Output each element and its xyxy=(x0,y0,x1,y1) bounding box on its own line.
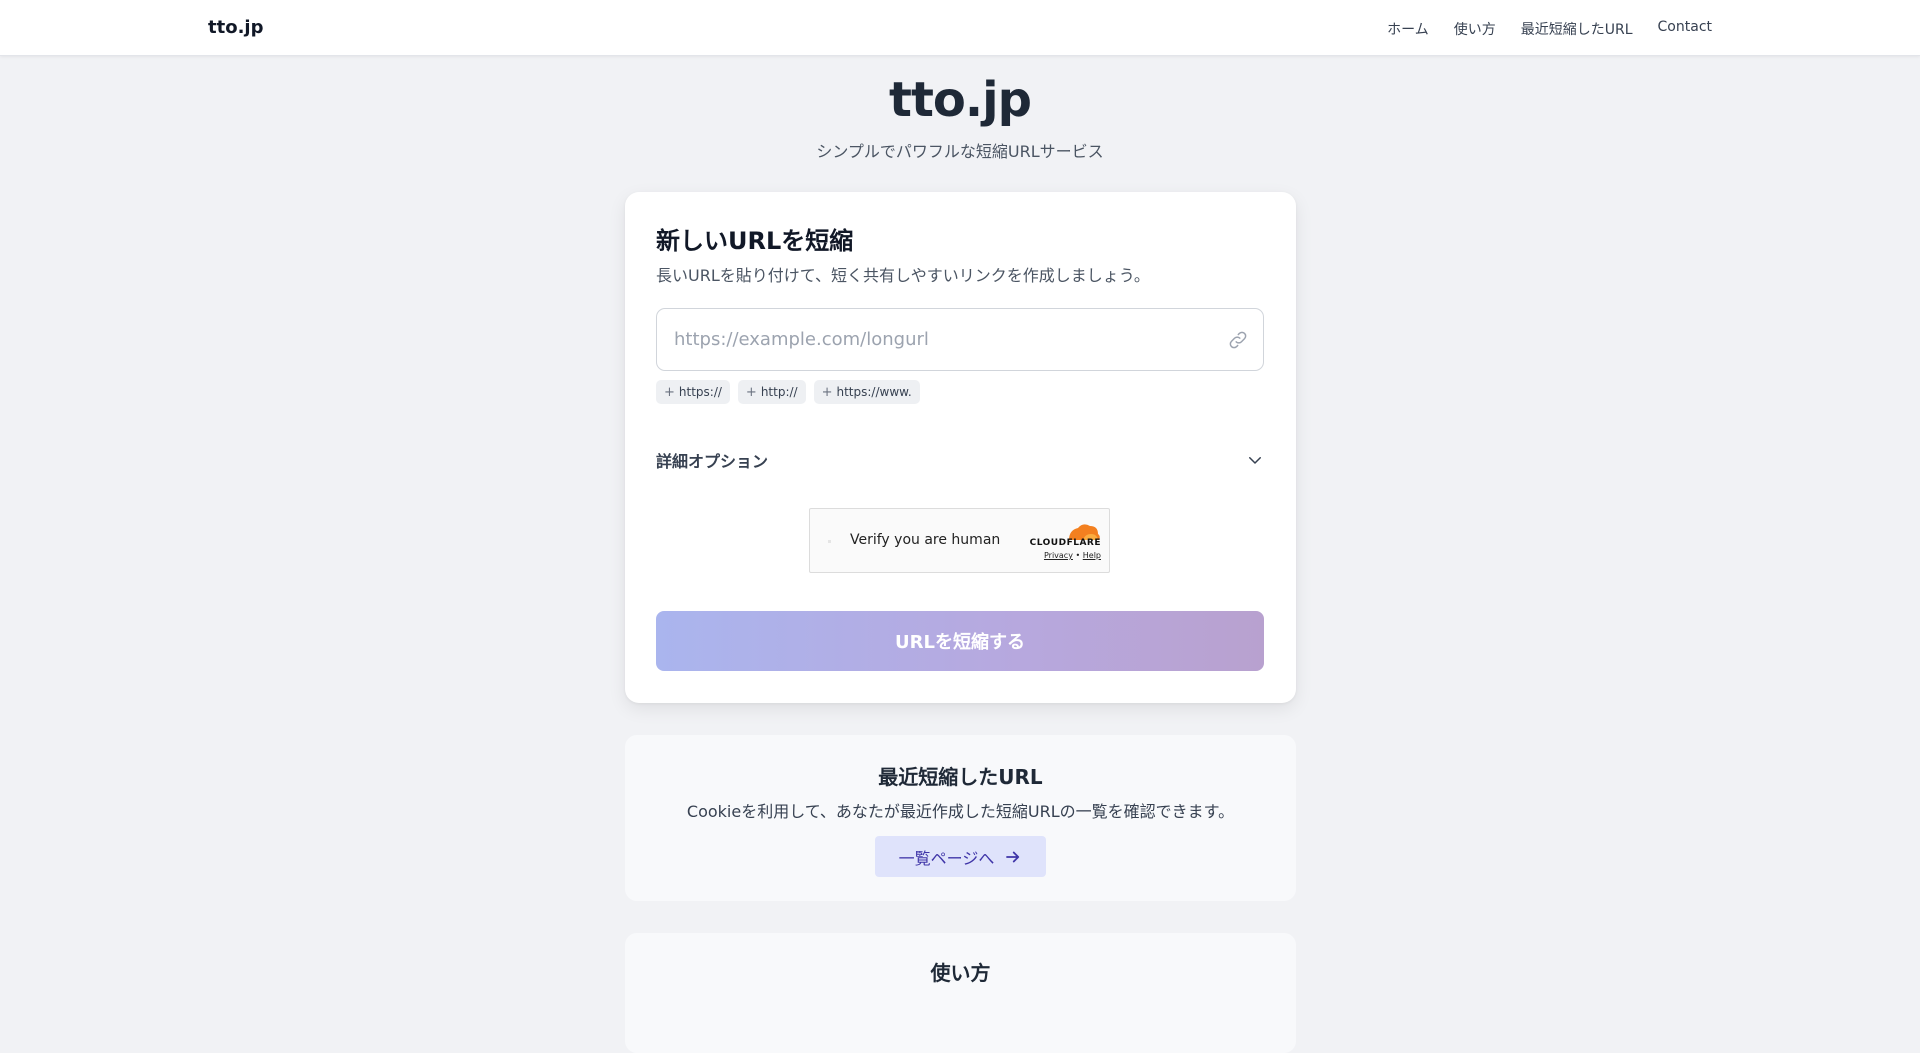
chip-label: https:// xyxy=(678,385,722,399)
captcha-links: Privacy • Help xyxy=(1044,551,1101,560)
nav-link-home[interactable]: ホーム xyxy=(1387,19,1429,39)
nav-link-recent[interactable]: 最近短縮したURL xyxy=(1521,19,1633,39)
brand-logo-link[interactable]: tto.jp xyxy=(208,17,263,38)
prefix-chip-https-www[interactable]: + https://www. xyxy=(813,380,920,404)
form-title: 新しいURLを短縮 xyxy=(656,227,854,255)
url-input[interactable] xyxy=(658,310,1198,369)
prefix-chip-https[interactable]: + https:// xyxy=(656,380,730,404)
arrow-right-icon xyxy=(1006,851,1020,862)
nav-link-usage[interactable]: 使い方 xyxy=(1454,19,1496,39)
captcha-widget[interactable]: Verify you are human CLOUDFLARE Privacy … xyxy=(809,508,1110,573)
recent-urls-section: 最近短縮したURL Cookieを利用して、あなたが最近作成した短縮URLの一覧… xyxy=(625,735,1296,901)
recent-urls-description: Cookieを利用して、あなたが最近作成した短縮URLの一覧を確認できます。 xyxy=(686,802,1235,821)
prefix-chips: + https:// + http:// + https://www. xyxy=(656,380,920,404)
recent-urls-title: 最近短縮したURL xyxy=(878,765,1043,789)
chip-label: https://www. xyxy=(836,385,912,399)
captcha-link-separator: • xyxy=(1075,551,1081,560)
chip-label: http:// xyxy=(760,385,798,399)
captcha-label: Verify you are human xyxy=(850,532,1001,548)
main-nav: ホーム 使い方 最近短縮したURL Contact xyxy=(1387,19,1712,39)
plus-icon: + xyxy=(821,384,833,400)
captcha-help-link[interactable]: Help xyxy=(1083,551,1101,560)
how-to-title: 使い方 xyxy=(930,961,991,985)
captcha-checkbox[interactable] xyxy=(828,540,831,543)
advanced-options-toggle[interactable]: 詳細オプション xyxy=(656,445,1264,475)
prefix-chip-http[interactable]: + http:// xyxy=(737,380,806,404)
recent-list-button[interactable]: 一覧ページへ xyxy=(875,836,1046,877)
recent-list-button-label: 一覧ページへ xyxy=(898,848,995,868)
plus-icon: + xyxy=(745,384,757,400)
plus-icon: + xyxy=(664,384,675,400)
nav-link-contact[interactable]: Contact xyxy=(1658,19,1712,39)
shorten-form-card: 新しいURLを短縮 長いURLを貼り付けて、短く共有しやすいリンクを作成しましょ… xyxy=(625,192,1296,703)
captcha-privacy-link[interactable]: Privacy xyxy=(1044,551,1073,560)
how-to-section: 使い方 xyxy=(625,933,1296,1053)
top-navbar: tto.jp ホーム 使い方 最近短縮したURL Contact xyxy=(0,0,1920,56)
advanced-options-label: 詳細オプション xyxy=(656,452,769,471)
hero-title: tto.jp xyxy=(889,72,1032,128)
link-icon xyxy=(1229,331,1247,349)
cloudflare-wordmark: CLOUDFLARE xyxy=(1029,538,1101,548)
form-description: 長いURLを貼り付けて、短く共有しやすいリンクを作成しましょう。 xyxy=(656,266,1150,285)
url-input-wrapper xyxy=(656,308,1264,371)
hero-subtitle: シンプルでパワフルな短縮URLサービス xyxy=(816,142,1104,161)
shorten-submit-button[interactable]: URLを短縮する xyxy=(656,611,1264,671)
chevron-down-icon xyxy=(1249,457,1261,464)
